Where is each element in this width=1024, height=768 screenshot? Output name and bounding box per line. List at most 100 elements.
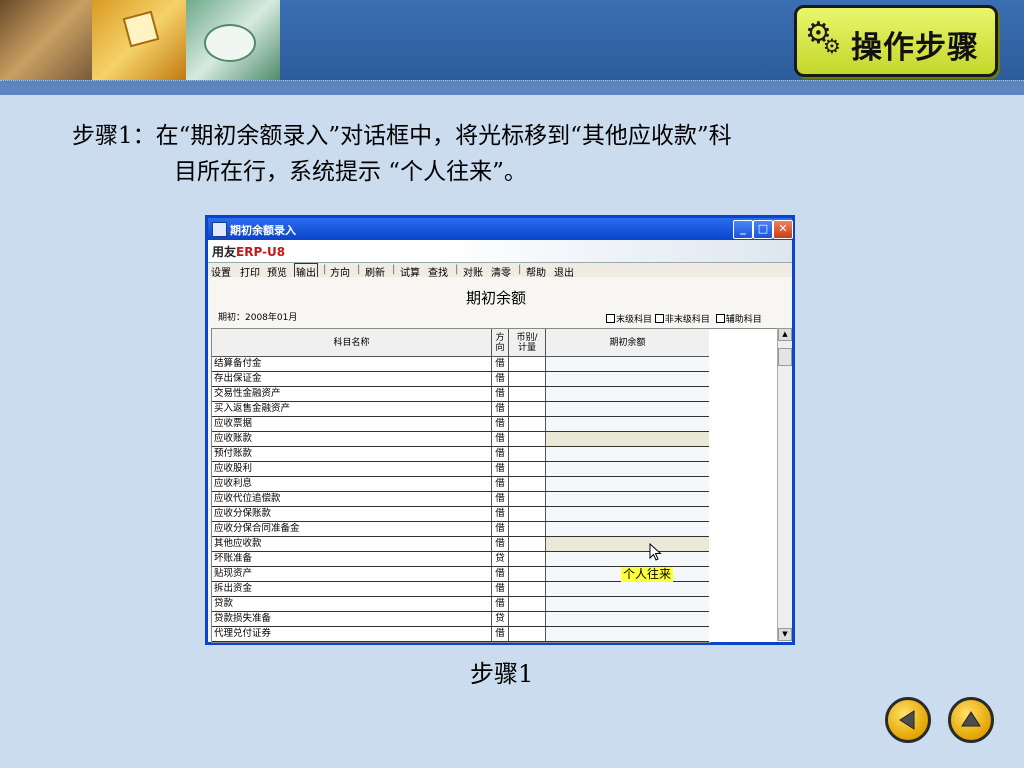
account-name-cell[interactable]: 结算备付金 <box>212 357 492 371</box>
currency-cell[interactable] <box>509 492 546 506</box>
opening-balance-cell[interactable] <box>546 552 710 566</box>
currency-cell[interactable] <box>509 417 546 431</box>
opening-balance-cell[interactable] <box>546 522 710 536</box>
account-name-cell[interactable]: 应收分保合同准备金 <box>212 522 492 536</box>
account-name-cell[interactable]: 应收利息 <box>212 477 492 491</box>
currency-cell[interactable] <box>509 432 546 446</box>
operation-steps-button[interactable]: ⚙ ⚙ 操作步骤 <box>794 5 998 77</box>
opening-balance-cell[interactable] <box>546 462 710 476</box>
account-name-cell[interactable]: 拆出资金 <box>212 582 492 596</box>
account-name-cell[interactable]: 应收票据 <box>212 417 492 431</box>
account-name-cell[interactable]: 贷款 <box>212 597 492 611</box>
account-name-cell[interactable]: 存出保证金 <box>212 372 492 386</box>
direction-cell: 借 <box>492 357 509 371</box>
account-name-cell[interactable]: 交易性金融资产 <box>212 387 492 401</box>
legend-final: 末级科目 <box>616 315 653 325</box>
direction-cell: 借 <box>492 627 509 641</box>
opening-balance-cell[interactable] <box>546 447 710 461</box>
table-row[interactable]: 其他应收款借 <box>212 537 710 552</box>
opening-balance-cell[interactable] <box>546 612 710 626</box>
currency-cell[interactable] <box>509 402 546 416</box>
opening-balance-cell[interactable] <box>546 417 710 431</box>
direction-cell: 贷 <box>492 612 509 626</box>
currency-cell[interactable] <box>509 612 546 626</box>
currency-cell[interactable] <box>509 537 546 551</box>
opening-balance-cell[interactable] <box>546 402 710 416</box>
table-row[interactable]: 结算备付金借 <box>212 357 710 372</box>
table-row[interactable]: 应收分保账款借 <box>212 507 710 522</box>
currency-cell[interactable] <box>509 372 546 386</box>
header-banner: ⚙ ⚙ 操作步骤 <box>0 0 1024 80</box>
table-row[interactable]: 应收分保合同准备金借 <box>212 522 710 537</box>
account-name-cell[interactable]: 代理兑付证券 <box>212 627 492 641</box>
currency-cell[interactable] <box>509 507 546 521</box>
opening-balance-cell[interactable] <box>546 582 710 596</box>
currency-cell[interactable] <box>509 582 546 596</box>
opening-balance-cell[interactable] <box>546 372 710 386</box>
account-name-cell[interactable]: 应收代位追偿款 <box>212 492 492 506</box>
currency-cell[interactable] <box>509 477 546 491</box>
account-name-cell[interactable]: 预付账款 <box>212 447 492 461</box>
currency-cell[interactable] <box>509 387 546 401</box>
scroll-up-icon[interactable]: ▲ <box>778 328 792 341</box>
header-image-cubes <box>92 0 186 80</box>
direction-cell: 借 <box>492 507 509 521</box>
account-name-cell[interactable]: 坏账准备 <box>212 552 492 566</box>
opening-balance-cell[interactable] <box>546 597 710 611</box>
account-name-cell[interactable]: 其他应收款 <box>212 537 492 551</box>
table-row[interactable]: 贷款损失准备贷 <box>212 612 710 627</box>
table-row[interactable]: 应收票据借 <box>212 417 710 432</box>
direction-cell: 借 <box>492 402 509 416</box>
legend-non-final: 非末级科目 <box>664 315 710 325</box>
back-button[interactable] <box>885 697 931 743</box>
maximize-button[interactable]: □ <box>753 220 773 239</box>
table-row[interactable]: 坏账准备贷 <box>212 552 710 567</box>
opening-balance-cell[interactable] <box>546 432 710 446</box>
opening-balance-cell[interactable] <box>546 537 710 551</box>
opening-balance-cell[interactable] <box>546 492 710 506</box>
opening-balance-cell[interactable] <box>546 387 710 401</box>
table-row[interactable]: 买入返售金融资产借 <box>212 402 710 417</box>
opening-balance-cell[interactable] <box>546 507 710 521</box>
vertical-scrollbar[interactable]: ▲ ▼ <box>777 328 792 641</box>
final-account-swatch <box>606 314 615 323</box>
table-row[interactable]: 应收代位追偿款借 <box>212 492 710 507</box>
currency-cell[interactable] <box>509 567 546 581</box>
table-row[interactable]: 交易性金融资产借 <box>212 387 710 402</box>
table-row[interactable]: 预付账款借 <box>212 447 710 462</box>
table-row[interactable]: 存出保证金借 <box>212 372 710 387</box>
account-name-cell[interactable]: 买入返售金融资产 <box>212 402 492 416</box>
table-row[interactable]: 应收账款借 <box>212 432 710 447</box>
triangle-left-icon <box>899 710 915 730</box>
table-row[interactable]: 拆出资金借 <box>212 582 710 597</box>
table-row[interactable]: 代理兑付证券借 <box>212 627 710 642</box>
minimize-button[interactable]: _ <box>733 220 753 239</box>
account-name-cell[interactable]: 贷款损失准备 <box>212 612 492 626</box>
opening-balance-cell[interactable] <box>546 627 710 641</box>
scroll-down-icon[interactable]: ▼ <box>778 628 792 641</box>
scroll-thumb[interactable] <box>778 348 792 366</box>
currency-cell[interactable] <box>509 597 546 611</box>
opening-balance-cell[interactable] <box>546 357 710 371</box>
opening-balance-cell[interactable] <box>546 477 710 491</box>
account-name-cell[interactable]: 应收分保账款 <box>212 507 492 521</box>
balance-table: 科目名称 方向 币别/计量 期初余额 结算备付金借存出保证金借交易性金融资产借买… <box>211 328 711 643</box>
currency-cell[interactable] <box>509 447 546 461</box>
currency-cell[interactable] <box>509 357 546 371</box>
dialog-titlebar[interactable]: 期初余额录入 _ □ ✕ <box>208 218 793 240</box>
currency-cell[interactable] <box>509 462 546 476</box>
window-icon <box>212 222 227 237</box>
table-row[interactable]: 贷款借 <box>212 597 710 612</box>
legend: 末级科目 非末级科目 辅助科目 <box>606 312 762 325</box>
table-row[interactable]: 应收利息借 <box>212 477 710 492</box>
table-row[interactable]: 应收股利借 <box>212 462 710 477</box>
currency-cell[interactable] <box>509 627 546 641</box>
account-name-cell[interactable]: 贴现资产 <box>212 567 492 581</box>
currency-cell[interactable] <box>509 552 546 566</box>
close-button[interactable]: ✕ <box>773 220 793 239</box>
table-header: 科目名称 方向 币别/计量 期初余额 <box>212 329 710 357</box>
account-name-cell[interactable]: 应收股利 <box>212 462 492 476</box>
home-button[interactable] <box>948 697 994 743</box>
currency-cell[interactable] <box>509 522 546 536</box>
account-name-cell[interactable]: 应收账款 <box>212 432 492 446</box>
